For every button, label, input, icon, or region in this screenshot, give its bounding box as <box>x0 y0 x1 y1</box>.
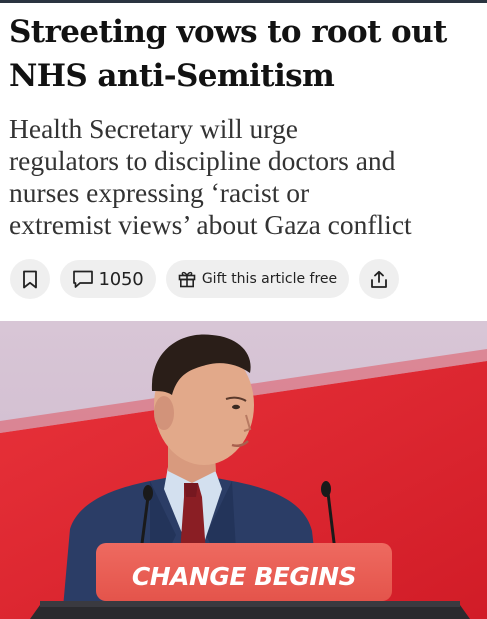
article-actions-bar: 1050 Gift this article free <box>10 259 399 299</box>
speaker-at-podium-photo: CHANGE BEGINS <box>0 321 487 619</box>
gift-article-button[interactable]: Gift this article free <box>166 260 349 298</box>
bookmark-icon <box>22 270 38 289</box>
gift-icon <box>178 270 196 288</box>
standfirst-line: regulators to discipline doctors and <box>9 145 396 176</box>
comment-count: 1050 <box>98 268 144 290</box>
top-rule <box>0 0 487 3</box>
headline-line: Streeting vows to root out <box>9 14 447 50</box>
bookmark-button[interactable] <box>10 259 50 299</box>
article-headline: Streeting vows to root out NHS anti-Semi… <box>9 10 479 98</box>
podium-sign-text: CHANGE BEGINS <box>132 562 356 591</box>
comments-button[interactable]: 1050 <box>60 260 156 298</box>
article-photo: CHANGE BEGINS <box>0 321 487 619</box>
share-icon <box>370 270 388 289</box>
standfirst-line: extremist views’ about Gaza conflict <box>9 209 412 240</box>
article-standfirst: Health Secretary will urge regulators to… <box>9 113 483 241</box>
standfirst-line: Health Secretary will urge <box>9 113 298 144</box>
share-button[interactable] <box>359 259 399 299</box>
standfirst-line: nurses expressing ‘racist or <box>9 177 310 208</box>
comment-icon <box>72 269 94 289</box>
gift-article-label: Gift this article free <box>201 271 338 287</box>
headline-line: NHS anti-Semitism <box>9 58 335 94</box>
